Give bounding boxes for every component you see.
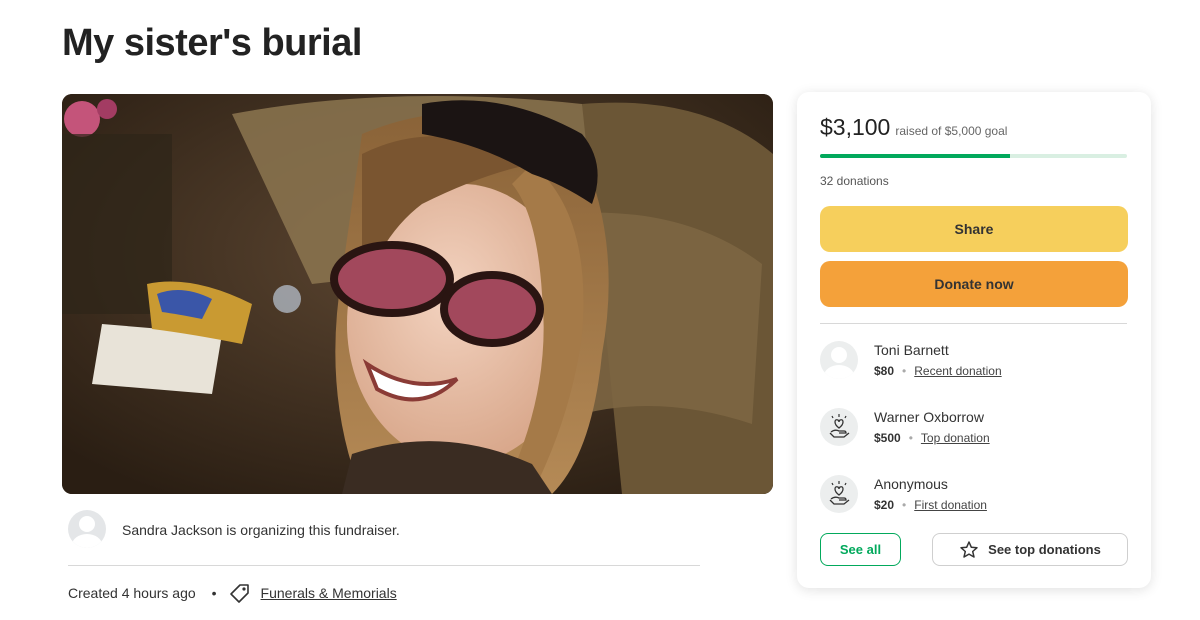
organizer-row: Sandra Jackson is organizing this fundra… xyxy=(68,510,700,566)
donor-separator: • xyxy=(902,498,907,512)
donations-count: 32 donations xyxy=(820,174,889,188)
donor-name: Anonymous xyxy=(874,476,948,492)
donor-item: Warner Oxborrow $500 • Top donation xyxy=(820,408,990,446)
card-divider xyxy=(820,323,1127,324)
donation-hand-icon xyxy=(820,475,858,513)
donor-amount: $20 xyxy=(874,498,895,512)
see-top-donations-label: See top donations xyxy=(988,542,1101,557)
page-title: My sister's burial xyxy=(62,22,362,64)
amount-raised-row: $3,100 raised of $5,000 goal xyxy=(820,114,1007,141)
category-link[interactable]: Funerals & Memorials xyxy=(261,585,397,601)
share-button[interactable]: Share xyxy=(820,206,1128,252)
donation-type-link[interactable]: Recent donation xyxy=(914,364,1001,378)
see-all-button[interactable]: See all xyxy=(820,533,901,566)
meta-separator: • xyxy=(211,585,217,601)
fundraiser-meta: Created 4 hours ago • Funerals & Memoria… xyxy=(68,582,397,604)
donation-type-link[interactable]: First donation xyxy=(914,498,987,512)
tag-icon xyxy=(229,582,251,604)
progress-bar xyxy=(820,154,1127,158)
donor-name: Toni Barnett xyxy=(874,342,949,358)
donation-hand-icon xyxy=(820,408,858,446)
organizer-avatar xyxy=(68,510,106,548)
fundraiser-photo xyxy=(62,94,773,494)
see-top-donations-button[interactable]: See top donations xyxy=(932,533,1128,566)
donor-item: Toni Barnett $80 • Recent donation xyxy=(820,341,1002,379)
donor-separator: • xyxy=(908,431,913,445)
created-time: Created 4 hours ago xyxy=(68,585,196,601)
donor-item: Anonymous $20 • First donation xyxy=(820,475,987,513)
donor-name: Warner Oxborrow xyxy=(874,409,984,425)
star-icon xyxy=(959,540,979,560)
donor-separator: • xyxy=(902,364,907,378)
donate-now-button[interactable]: Donate now xyxy=(820,261,1128,307)
progress-fill xyxy=(820,154,1011,158)
avatar-icon xyxy=(820,341,858,379)
organizer-text: Sandra Jackson is organizing this fundra… xyxy=(122,522,400,538)
donor-amount: $500 xyxy=(874,431,901,445)
donor-amount: $80 xyxy=(874,364,895,378)
donation-type-link[interactable]: Top donation xyxy=(921,431,990,445)
donation-card: $3,100 raised of $5,000 goal 32 donation… xyxy=(797,92,1151,588)
amount-raised: $3,100 xyxy=(820,114,891,140)
goal-text: raised of $5,000 goal xyxy=(895,124,1008,138)
